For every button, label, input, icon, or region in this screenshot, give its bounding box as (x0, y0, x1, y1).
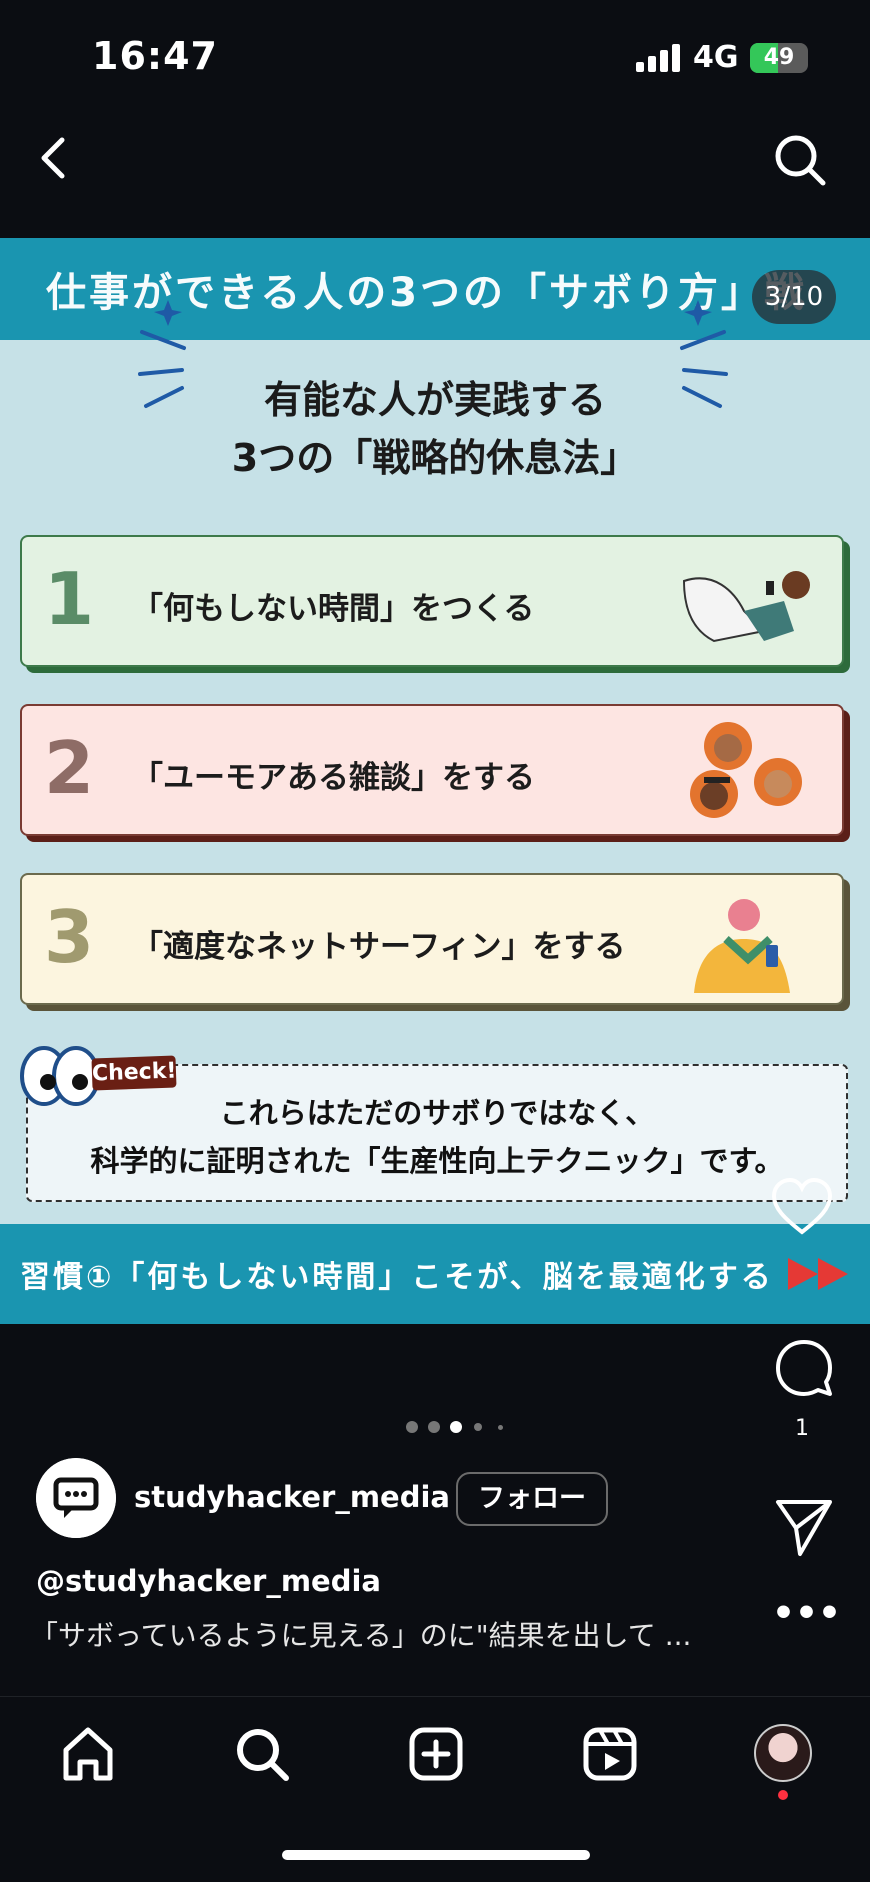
status-bar: 16:47 4G 49 (0, 0, 870, 110)
post-header-band: 仕事ができる人の3つの「サボり方」戦 (0, 238, 870, 340)
relaxing-person-illustration (682, 571, 810, 643)
item-number: 2 (44, 726, 95, 810)
battery-label: 49 (763, 45, 795, 70)
phone-browsing-illustration (694, 899, 790, 993)
carousel-dot (406, 1421, 418, 1433)
item-text: 「何もしない時間」をつくる (132, 591, 535, 627)
strategy-item-2: 2 「ユーモアある雑談」をする (20, 704, 844, 836)
comment-count: 1 (795, 1416, 809, 1441)
back-arrow-icon[interactable] (30, 128, 80, 188)
item-text: 「ユーモアある雑談」をする (132, 760, 535, 796)
more-options-icon[interactable]: ••• (772, 1596, 841, 1644)
reels-icon[interactable] (580, 1724, 640, 1784)
chatting-people-illustration (690, 722, 802, 818)
signal-icon (636, 44, 680, 72)
search-tab-icon[interactable] (232, 1724, 292, 1784)
profile-tab-avatar[interactable] (754, 1724, 812, 1782)
eyes-icon (20, 1046, 100, 1106)
profile-avatar[interactable] (36, 1458, 116, 1538)
network-type: 4G (693, 40, 739, 75)
slide-counter: 3/10 (752, 270, 836, 324)
home-indicator (282, 1850, 590, 1860)
item-number: 3 (44, 895, 95, 979)
carousel-dot (498, 1425, 503, 1430)
notification-dot (778, 1790, 788, 1800)
carousel-dot (474, 1423, 482, 1431)
headline-line-2: 3つの「戦略的休息法」 (231, 436, 639, 480)
strategy-item-1: 1 「何もしない時間」をつくる (20, 535, 844, 667)
post-footer-band: 習慣①「何もしない時間」こそが、脳を最適化する (0, 1224, 870, 1324)
item-number: 1 (44, 557, 95, 641)
check-line-1: これらはただのサボりではなく、 (219, 1096, 655, 1130)
carousel-dot-active (450, 1421, 462, 1433)
check-badge: Check! (91, 1055, 177, 1091)
strategy-item-3: 3 「適度なネットサーフィン」をする (20, 873, 844, 1005)
item-text: 「適度なネットサーフィン」をする (132, 929, 626, 965)
post-image[interactable]: 仕事ができる人の3つの「サボり方」戦 3/10 有能な人が実践する 3つの「戦略… (0, 238, 870, 1324)
follow-button[interactable]: フォロー (456, 1472, 608, 1526)
next-arrow-icon (788, 1258, 848, 1290)
check-line-2: 科学的に証明された「生産性向上テクニック」です。 (90, 1144, 784, 1178)
headline-line-1: 有能な人が実践する (263, 378, 606, 422)
like-heart-icon[interactable] (770, 1176, 834, 1240)
battery-icon: 49 (750, 43, 808, 73)
carousel-dot (428, 1421, 440, 1433)
comment-icon[interactable] (772, 1336, 836, 1400)
status-time: 16:47 (92, 34, 218, 78)
search-icon[interactable] (772, 132, 828, 188)
home-icon[interactable] (58, 1724, 118, 1784)
post-caption[interactable]: 「サボっているように見える」のに"結果を出して ... (30, 1614, 691, 1654)
username[interactable]: studyhacker_media (134, 1480, 450, 1514)
post-handle[interactable]: @studyhacker_media (36, 1564, 381, 1598)
post-footer-text: 習慣①「何もしない時間」こそが、脳を最適化する (20, 1260, 774, 1295)
post-headline: 有能な人が実践する 3つの「戦略的休息法」 (150, 371, 720, 487)
create-post-icon[interactable] (406, 1724, 466, 1784)
share-send-icon[interactable] (772, 1494, 836, 1558)
